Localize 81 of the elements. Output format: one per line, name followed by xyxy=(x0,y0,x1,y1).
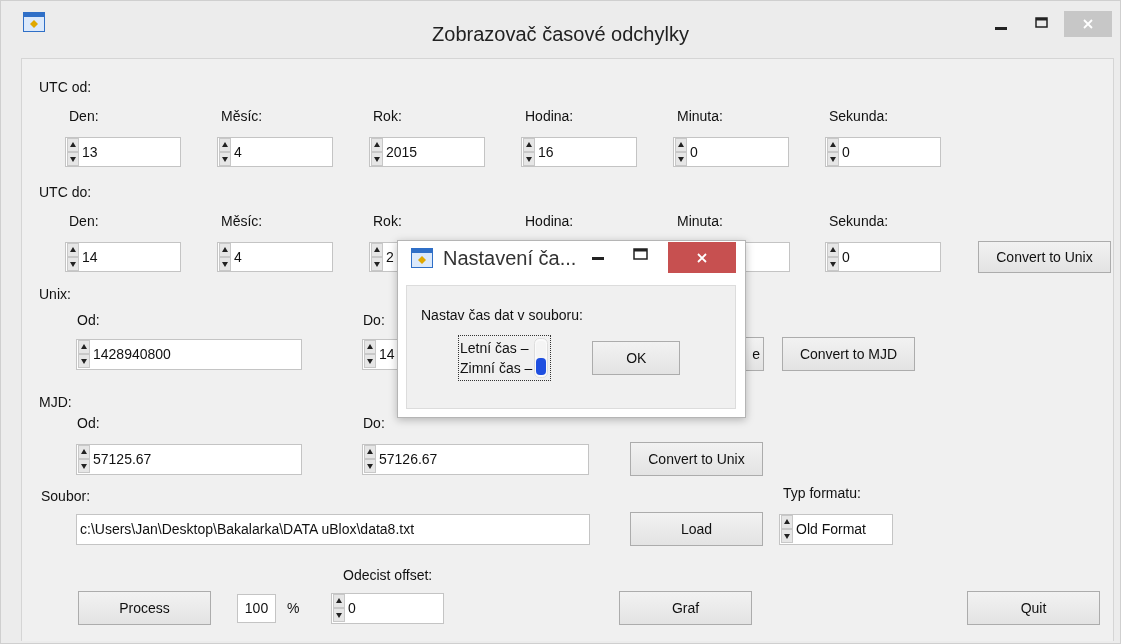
number-spinner[interactable]: 0 xyxy=(825,242,941,272)
spin-arrows-icon[interactable] xyxy=(78,445,90,473)
number-spinner[interactable]: 16 xyxy=(521,137,637,167)
spin-arrows-icon[interactable] xyxy=(219,138,231,166)
number-spinner[interactable]: 4 xyxy=(217,137,333,167)
convert-to-unix-button[interactable]: Convert to Unix xyxy=(978,241,1111,273)
minimize-icon[interactable] xyxy=(592,256,605,260)
option-label: Letní čas – xyxy=(460,339,530,358)
number-spinner[interactable]: 0 xyxy=(825,137,941,167)
spin-arrows-icon[interactable] xyxy=(827,243,839,271)
number-spinner[interactable]: 2 xyxy=(369,242,398,272)
field-label: Sekunda: xyxy=(828,108,890,124)
field-label: Typ formatu: xyxy=(783,485,861,503)
spin-arrows-icon[interactable] xyxy=(333,594,345,622)
unit-label: % xyxy=(287,600,301,616)
convert-button[interactable]: Convert to MJD xyxy=(782,337,915,371)
spin-arrows-icon[interactable] xyxy=(67,138,79,166)
field-label: Minuta: xyxy=(676,108,724,124)
spin-arrows-icon[interactable] xyxy=(827,138,839,166)
field-label: Den: xyxy=(68,213,100,229)
close-icon xyxy=(1083,19,1093,29)
section-label: Unix: xyxy=(39,286,72,302)
spin-arrows-icon[interactable] xyxy=(219,243,231,271)
close-icon xyxy=(697,252,707,263)
number-spinner[interactable]: 0 xyxy=(331,592,444,624)
section-label: MJD: xyxy=(39,394,73,410)
field-label: Měsíc: xyxy=(220,108,264,124)
quit-button[interactable]: Quit xyxy=(967,591,1100,625)
field-label: Rok: xyxy=(372,213,403,229)
field-label: Sekunda: xyxy=(828,213,890,229)
number-spinner[interactable]: 1428940800 xyxy=(76,338,302,370)
number-spinner[interactable]: Old Format xyxy=(779,513,893,545)
graph-button[interactable]: Graf xyxy=(619,591,752,625)
app-icon xyxy=(23,11,45,32)
field-label: Soubor: xyxy=(41,488,92,504)
app-icon xyxy=(411,248,433,268)
process-button[interactable]: Process xyxy=(78,591,211,625)
ok-button[interactable]: OK xyxy=(592,341,681,375)
field-label: Hodina: xyxy=(524,213,575,229)
field-label: Minuta: xyxy=(676,213,724,229)
window-title: Zobrazovač časové odchylky xyxy=(432,23,689,46)
percent-field[interactable]: 100 xyxy=(237,593,276,623)
number-spinner[interactable]: 2015 xyxy=(369,137,485,167)
prompt-text: Nastav čas dat v souboru: xyxy=(421,307,584,323)
time-toggle[interactable]: Letní čas – Zimní čas – xyxy=(458,335,552,381)
spin-arrows-icon[interactable] xyxy=(371,138,383,166)
convert-button[interactable]: e xyxy=(746,337,764,371)
field-label: Měsíc: xyxy=(220,213,264,229)
load-button[interactable]: Load xyxy=(630,512,763,546)
field-label: Rok: xyxy=(372,108,403,124)
field-label: Od: xyxy=(77,415,101,431)
section-label: UTC do: xyxy=(39,184,93,200)
spin-arrows-icon[interactable] xyxy=(78,340,90,368)
spin-arrows-icon[interactable] xyxy=(67,243,79,271)
toggle-slider-icon[interactable] xyxy=(534,338,549,378)
spin-arrows-icon[interactable] xyxy=(364,340,376,368)
maximize-icon[interactable] xyxy=(1035,17,1048,28)
spin-arrows-icon[interactable] xyxy=(523,138,535,166)
spin-arrows-icon[interactable] xyxy=(675,138,687,166)
field-label: Od: xyxy=(77,312,101,328)
number-spinner[interactable]: 4 xyxy=(217,242,333,272)
maximize-icon[interactable] xyxy=(633,248,649,260)
number-spinner[interactable]: 13 xyxy=(65,137,181,167)
section-label: UTC od: xyxy=(39,79,93,95)
field-label: Hodina: xyxy=(524,108,575,124)
convert-to-unix-button[interactable]: Convert to Unix xyxy=(630,442,763,476)
field-label: Odecist offset: xyxy=(343,567,433,583)
number-spinner[interactable]: 14 xyxy=(65,242,181,272)
field-label: Do: xyxy=(363,415,385,431)
spin-arrows-icon[interactable] xyxy=(781,515,793,543)
option-label: Zimní čas – xyxy=(460,359,533,378)
field-label: Den: xyxy=(68,108,100,124)
number-spinner[interactable]: 57126.67 xyxy=(362,443,589,475)
spin-arrows-icon[interactable] xyxy=(371,243,383,271)
number-spinner[interactable]: 57125.67 xyxy=(76,443,302,475)
dialog-title: Nastavení ča... xyxy=(443,246,577,270)
field-label: Do: xyxy=(363,312,385,328)
number-spinner[interactable]: 14 xyxy=(362,338,398,370)
number-spinner[interactable]: 0 xyxy=(673,137,789,167)
file-path-field[interactable]: c:\Users\Jan\Desktop\Bakalarka\DATA uBlox\data8.txt xyxy=(76,513,590,545)
spin-arrows-icon[interactable] xyxy=(364,445,376,473)
